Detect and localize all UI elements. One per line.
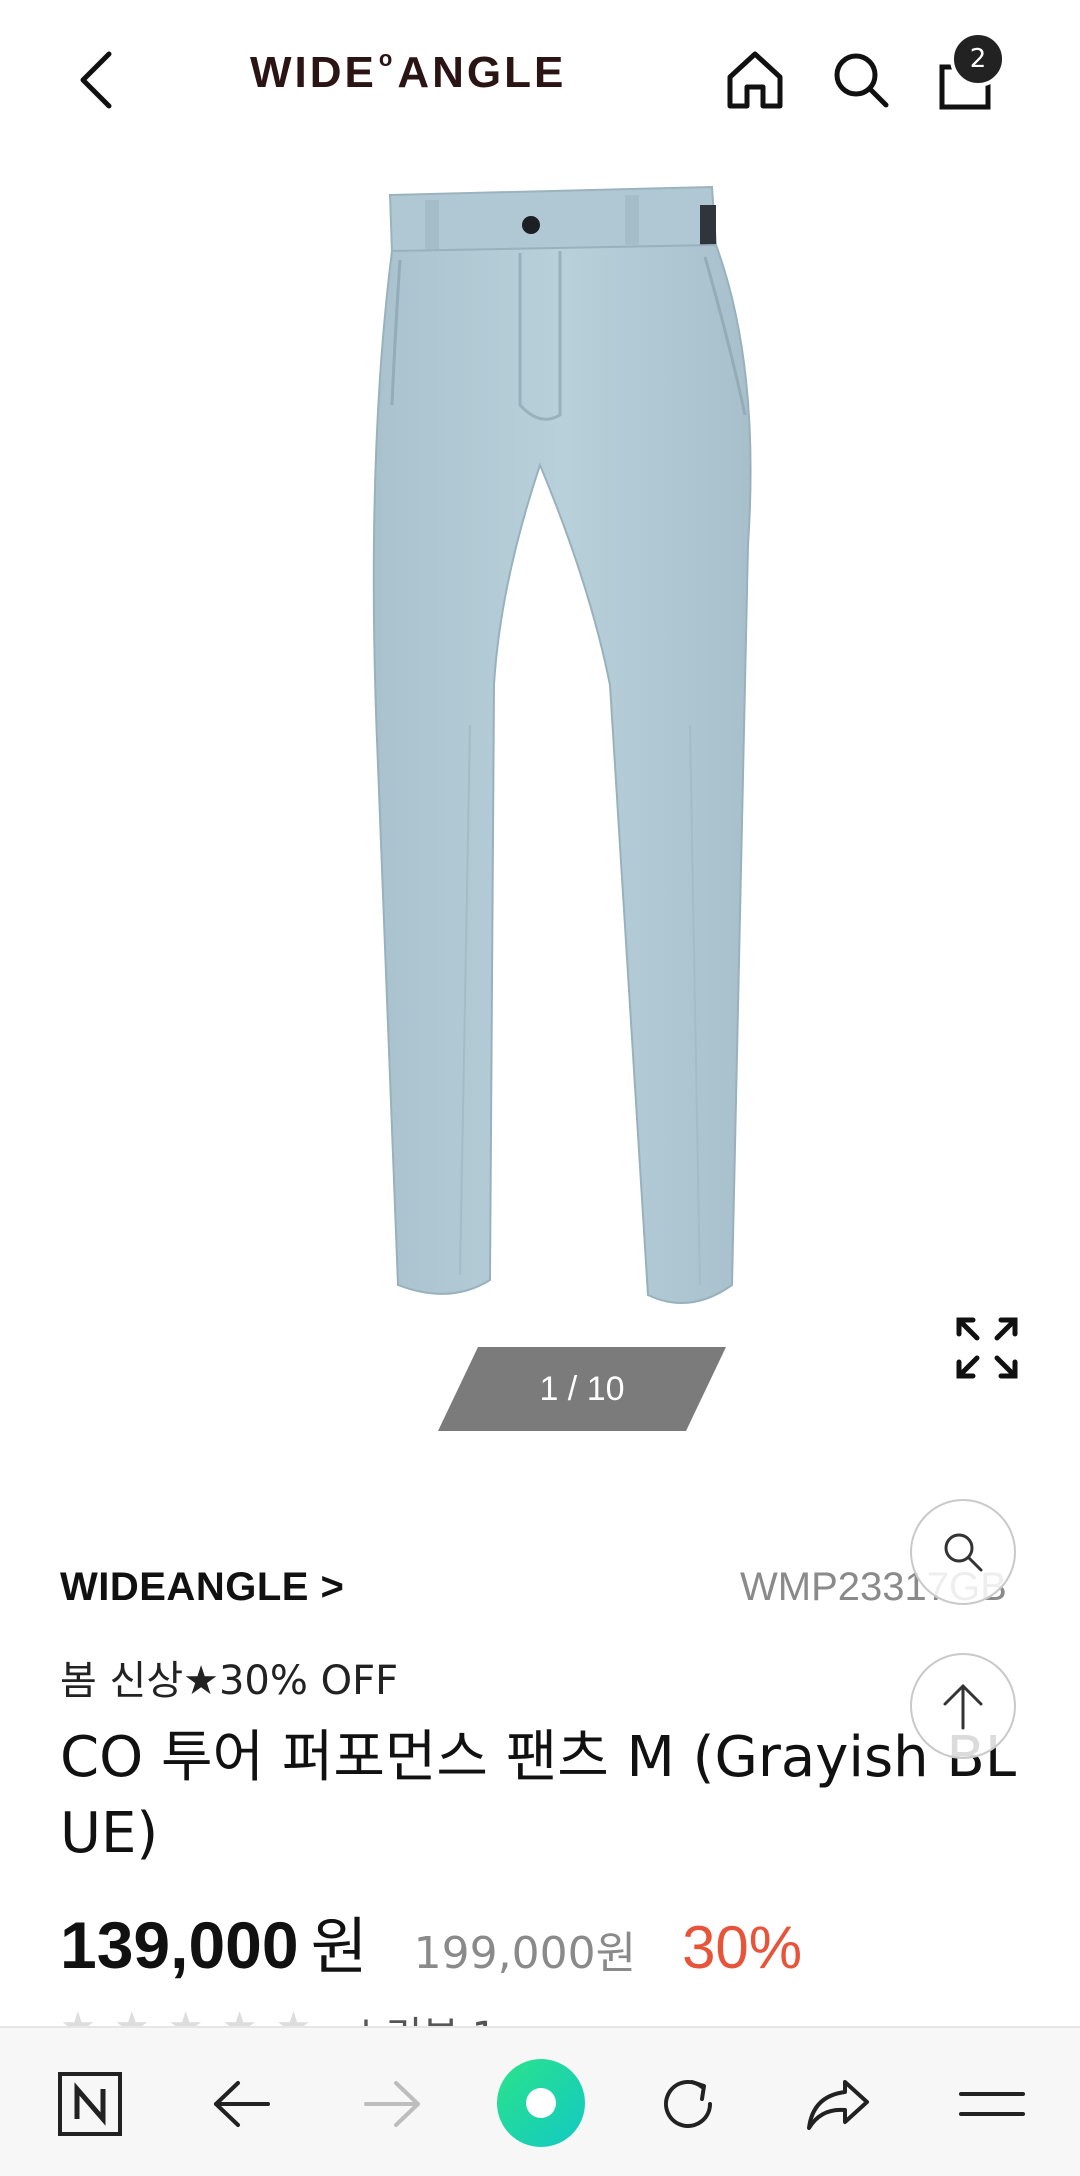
top-header: WIDE o ANGLE 2 [0, 0, 1080, 165]
search-button[interactable] [826, 45, 896, 115]
menu-button[interactable] [950, 2062, 1034, 2146]
discount-rate: 30% [682, 1914, 803, 1981]
naver-n-icon [58, 2072, 122, 2136]
search-icon [834, 53, 889, 108]
promo-tag: 봄 신상★30% OFF [60, 1658, 399, 1704]
naver-button[interactable] [48, 2062, 132, 2146]
browser-bottom-bar [0, 2026, 1080, 2176]
back-arrow-icon [214, 2081, 270, 2127]
arrow-up-icon [943, 1684, 983, 1730]
browser-back-button[interactable] [200, 2062, 284, 2146]
pager-label: 1 / 10 [539, 1369, 625, 1408]
logo-text-right: ANGLE [397, 48, 567, 97]
brand-link[interactable]: WIDEANGLE > [60, 1565, 344, 1610]
home-circle-icon [497, 2059, 585, 2147]
home-icon [727, 51, 783, 109]
home-button[interactable] [720, 45, 790, 115]
menu-icon [959, 2092, 1025, 2116]
logo-dot: o [378, 46, 396, 71]
product-image[interactable] [0, 165, 1080, 1320]
expand-icon [956, 1317, 1018, 1379]
forward-arrow-icon [364, 2081, 420, 2127]
product-name: CO 투어 퍼포먼스 팬츠 M (Grayish BLUE) [60, 1725, 1017, 1866]
logo-text-left: WIDE [250, 48, 377, 97]
expand-fullscreen-button[interactable] [955, 1316, 1019, 1380]
search-icon [944, 1533, 983, 1572]
brand-logo[interactable]: WIDE o ANGLE [250, 46, 567, 98]
cart-count-badge: 2 [950, 31, 1006, 87]
price-row: 139,000 원 199,000원 30% [60, 1896, 802, 1986]
share-icon [807, 2080, 869, 2130]
pants-image [372, 185, 752, 1304]
share-button[interactable] [796, 2062, 880, 2146]
original-price: 199,000원 [413, 1928, 637, 1979]
refresh-icon [664, 2079, 712, 2128]
browser-forward-button[interactable] [350, 2062, 434, 2146]
chevron-left-icon [80, 51, 112, 109]
sale-price: 139,000 [60, 1908, 299, 1982]
refresh-button[interactable] [646, 2062, 730, 2146]
scroll-to-top-button[interactable] [910, 1653, 1016, 1759]
floating-search-button[interactable] [910, 1499, 1016, 1605]
back-button[interactable] [62, 40, 132, 120]
price-unit: 원 [310, 1910, 368, 1983]
browser-home-button[interactable] [496, 2058, 586, 2148]
cart-button[interactable]: 2 [930, 31, 1006, 115]
image-pager: 1 / 10 [438, 1347, 726, 1431]
